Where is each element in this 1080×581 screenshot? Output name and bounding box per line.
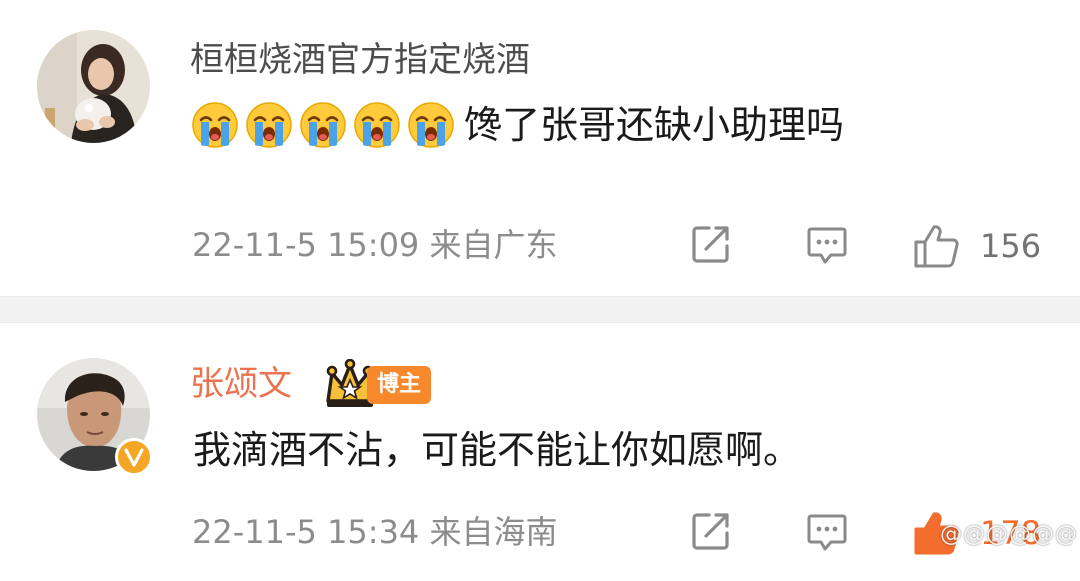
share-button[interactable] xyxy=(689,222,733,266)
comment-text-body: 馋了张哥还缺小助理吗 xyxy=(464,103,845,147)
like-button[interactable]: 156 xyxy=(912,222,1041,270)
avatar[interactable] xyxy=(37,30,150,143)
verified-v-icon xyxy=(124,448,144,467)
comment-divider xyxy=(0,296,1080,323)
like-button[interactable]: 178 xyxy=(912,509,1041,557)
comment-text: 馋了张哥还缺小助理吗 xyxy=(190,100,844,150)
like-count: 156 xyxy=(980,227,1042,265)
reply-button[interactable] xyxy=(804,509,850,555)
blogger-tag: 博主 xyxy=(367,366,432,404)
comment-text: 我滴酒不沾，可能不能让你如愿啊。 xyxy=(193,426,801,474)
share-icon xyxy=(692,226,729,263)
share-icon xyxy=(692,513,729,550)
loudly-crying-face-icon xyxy=(408,102,454,148)
loudly-crying-face-icon xyxy=(300,102,346,148)
timestamp-location: 22-11-5 15:34 来自海南 xyxy=(192,513,558,551)
reply-button[interactable] xyxy=(804,222,850,268)
verified-badge xyxy=(115,438,153,476)
thumbs-up-icon xyxy=(914,225,959,268)
emoji-group xyxy=(190,100,460,150)
loudly-crying-face-icon xyxy=(354,102,400,148)
loudly-crying-face-icon xyxy=(192,102,238,148)
share-button[interactable] xyxy=(689,509,733,553)
like-count: 178 xyxy=(980,514,1042,552)
username[interactable]: 桓桓烧酒官方指定烧酒 xyxy=(190,40,530,80)
comment-icon xyxy=(807,514,847,551)
thumbs-up-icon xyxy=(914,512,959,555)
username[interactable]: 张颂文 xyxy=(190,364,292,404)
loudly-crying-face-icon xyxy=(246,102,292,148)
comment-text-body: 我滴酒不沾，可能不能让你如愿啊。 xyxy=(193,428,802,472)
comment-item: 张颂文 博主 我滴酒不沾，可能不能让你如愿啊。 22-11-5 15:34 来自… xyxy=(0,323,1080,581)
comment-icon xyxy=(807,227,847,264)
comment-item: 桓桓烧酒官方指定烧酒 馋了张哥还缺小助理吗 22-11-5 15:09 来自广东… xyxy=(0,0,1080,296)
timestamp-location: 22-11-5 15:09 来自广东 xyxy=(192,226,558,264)
